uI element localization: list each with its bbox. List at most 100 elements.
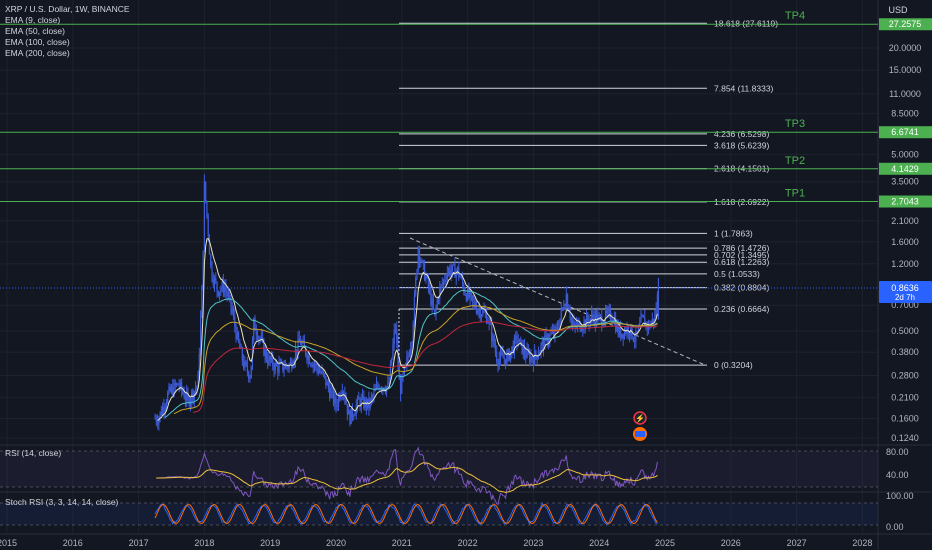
- candle-body: [417, 248, 419, 270]
- flash-event-icon[interactable]: ⚡: [633, 411, 647, 425]
- candle-body: [401, 376, 403, 394]
- candle-body: [484, 312, 486, 314]
- candle-body: [318, 371, 321, 374]
- candle-body: [356, 397, 359, 406]
- candle-body: [237, 332, 240, 342]
- fib-label: 0.236 (0.6664): [714, 304, 769, 314]
- tp-badge-value: 2.7043: [891, 197, 919, 207]
- stoch-rsi-title[interactable]: Stoch RSI (3, 3, 14, 14, close): [5, 497, 119, 507]
- candle-body: [229, 294, 231, 296]
- candle-body: [534, 351, 536, 366]
- candle-body: [387, 382, 389, 387]
- candle-body: [203, 181, 205, 251]
- candle-body: [529, 353, 531, 363]
- candle-body: [479, 309, 481, 318]
- candle-body: [623, 330, 626, 339]
- time-label-2019: 2019: [260, 538, 280, 548]
- candle-body: [163, 406, 165, 412]
- candle-body: [175, 383, 178, 386]
- dividend-event-icon[interactable]: [633, 427, 647, 441]
- time-axis[interactable]: 2015 2016 2017 2018 2019 2020 2021 2022 2023 2024…: [0, 538, 872, 548]
- indicator-ema50[interactable]: EMA (50, close): [5, 26, 65, 36]
- candle-body: [598, 315, 600, 317]
- time-label-2015: 2015: [0, 538, 17, 548]
- stoch-tick-100: 100.00: [886, 491, 914, 501]
- time-label-2026: 2026: [721, 538, 741, 548]
- candle-body: [591, 314, 593, 319]
- price-tick: 1.6000: [891, 237, 919, 247]
- candle-body: [312, 364, 314, 367]
- candle-body: [444, 280, 446, 282]
- candle-body: [207, 215, 209, 236]
- candle-body: [215, 277, 217, 283]
- candle-body: [526, 350, 528, 358]
- candle-body: [188, 397, 190, 406]
- candle-body: [264, 350, 266, 356]
- tp-badge-value: 6.6741: [891, 127, 919, 137]
- rsi-title[interactable]: RSI (14, close): [5, 448, 61, 458]
- candle-body: [342, 392, 345, 394]
- time-label-2021: 2021: [392, 538, 412, 548]
- candle-body: [274, 362, 276, 371]
- price-tick: 11.0000: [889, 89, 921, 99]
- candle-body: [453, 264, 455, 266]
- candle-body: [353, 415, 355, 417]
- candle-body: [243, 360, 245, 369]
- candle-body: [464, 292, 466, 295]
- candle-body: [234, 316, 236, 327]
- currency-label[interactable]: USD: [888, 5, 908, 15]
- candle-body: [273, 366, 275, 371]
- candle-body: [350, 408, 352, 425]
- candle-body: [194, 388, 197, 392]
- indicator-ema9[interactable]: EMA (9, close): [5, 15, 60, 25]
- symbol-title[interactable]: XRP / U.S. Dollar, 1W, BINANCE: [5, 4, 130, 14]
- candle-body: [172, 387, 174, 396]
- price-tick: 2.1000: [891, 216, 919, 226]
- candle-body: [436, 299, 438, 308]
- candle-body: [360, 398, 362, 408]
- candle-body: [473, 300, 475, 303]
- candle-body: [306, 354, 308, 360]
- chart-legend[interactable]: XRP / U.S. Dollar, 1W, BINANCE EMA (9, c…: [5, 4, 130, 58]
- candle-body: [335, 396, 337, 407]
- fib-label: 0.5 (1.0533): [714, 269, 760, 279]
- candle-body: [522, 346, 524, 354]
- candle-body: [418, 248, 421, 261]
- candle-body: [259, 337, 261, 339]
- candle-body: [216, 282, 218, 291]
- candle-body: [496, 352, 498, 362]
- candle-body: [184, 398, 187, 401]
- candle-body: [504, 358, 507, 365]
- candle-body: [155, 418, 157, 423]
- candle-body: [459, 276, 461, 278]
- time-label-2027: 2027: [787, 538, 807, 548]
- candle-body: [592, 314, 594, 318]
- indicator-ema200[interactable]: EMA (200, close): [5, 48, 70, 58]
- indicator-ema100[interactable]: EMA (100, close): [5, 37, 70, 47]
- candle-body: [315, 363, 317, 366]
- candle-body: [532, 359, 534, 366]
- candle-body: [320, 371, 322, 373]
- candle-body: [275, 362, 278, 366]
- candle-body: [535, 351, 537, 356]
- candle-body: [196, 386, 198, 389]
- candle-body: [256, 334, 259, 340]
- candle-body: [289, 361, 292, 365]
- candle-body: [346, 404, 348, 415]
- candle-body: [363, 396, 365, 408]
- candle-body: [358, 397, 360, 400]
- candle-body: [420, 260, 422, 262]
- candle-body: [525, 354, 527, 358]
- candle-body: [556, 327, 559, 330]
- price-axis[interactable]: 20.0000 15.0000 11.0000 8.5000 5.0000 3.5000 2…: [889, 43, 922, 443]
- candle-body: [561, 307, 564, 310]
- candle-body: [283, 368, 285, 371]
- tradingview-chart[interactable]: 18.618 (27.6119) 7.854 (11.8333) 4.236 (6.…: [0, 0, 932, 550]
- candle-body: [345, 399, 347, 405]
- candle-body: [642, 315, 645, 318]
- time-label-2024: 2024: [589, 538, 609, 548]
- candle-body: [278, 363, 280, 373]
- candle-body: [491, 324, 493, 341]
- candle-body: [531, 356, 533, 360]
- descending-trendline[interactable]: [409, 237, 706, 366]
